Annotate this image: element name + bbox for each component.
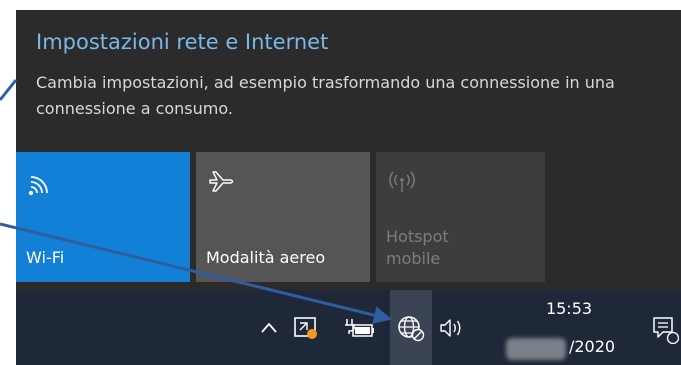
clock-date: /2020 xyxy=(506,336,616,360)
clock-time: 15:53 xyxy=(545,299,593,318)
mobile-hotspot-tile[interactable]: Hotspot mobile xyxy=(376,152,545,282)
chevron-up-icon[interactable] xyxy=(256,290,282,365)
hotspot-icon xyxy=(386,166,418,198)
annotation-arrow-to-settings xyxy=(0,79,18,101)
date-redaction xyxy=(506,338,566,360)
wifi-icon xyxy=(26,166,58,198)
airplane-mode-tile-label: Modalità aereo xyxy=(206,248,326,267)
notification-icon[interactable] xyxy=(648,290,681,365)
network-settings-link[interactable]: Impostazioni rete e Internet xyxy=(36,30,328,54)
network-settings-description: Cambia impostazioni, ad esempio trasform… xyxy=(36,73,615,118)
airplane-icon xyxy=(206,166,238,198)
clock-date-year: /2020 xyxy=(568,337,616,356)
cast-icon[interactable] xyxy=(290,290,322,365)
taskbar: 15:53 /2020 xyxy=(16,290,681,365)
wifi-tile[interactable]: Wi-Fi xyxy=(16,152,190,282)
airplane-mode-tile[interactable]: Modalità aereo xyxy=(196,152,370,282)
screenshot: Impostazioni rete e Internet Cambia impo… xyxy=(0,0,681,365)
volume-icon[interactable] xyxy=(436,290,468,365)
network-flyout: Impostazioni rete e Internet Cambia impo… xyxy=(16,10,681,290)
wifi-tile-label: Wi-Fi xyxy=(26,248,65,267)
battery-icon[interactable] xyxy=(342,290,378,365)
network-globe-icon[interactable] xyxy=(390,290,432,365)
system-clock[interactable]: 15:53 /2020 xyxy=(506,298,616,360)
mobile-hotspot-tile-label: Hotspot mobile xyxy=(386,227,449,268)
